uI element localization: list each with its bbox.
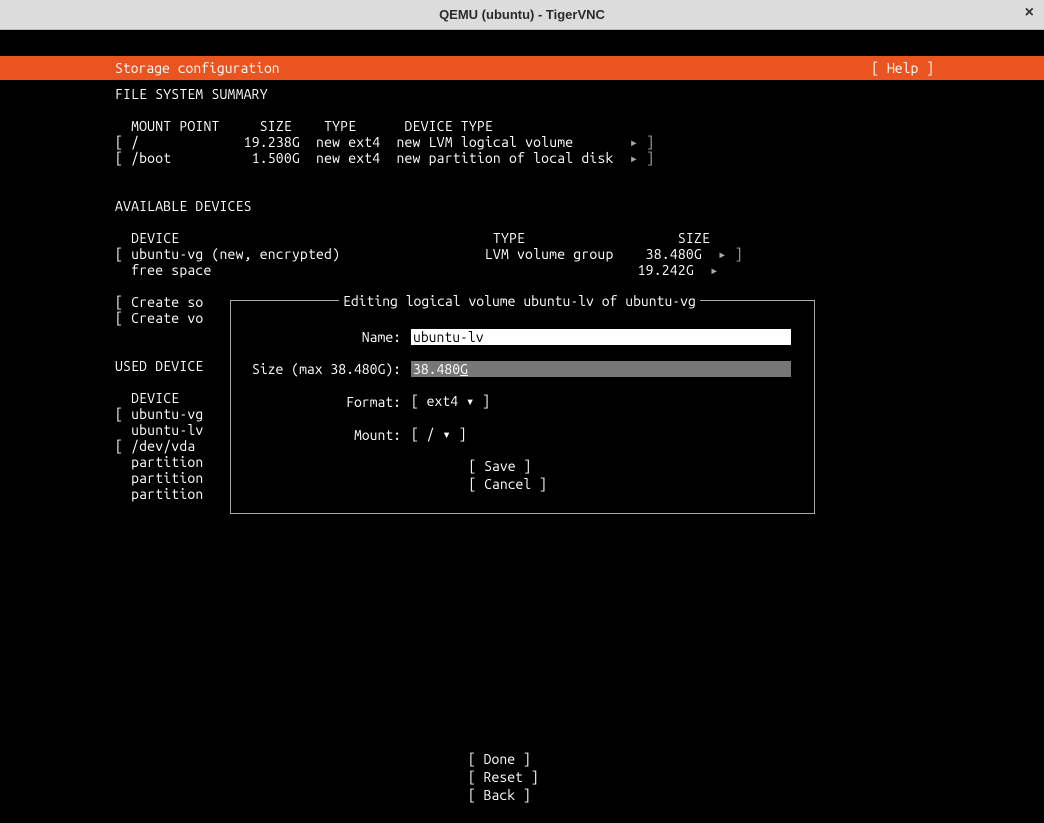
spacer xyxy=(115,166,1044,182)
cancel-button[interactable]: [ Cancel ] xyxy=(469,475,577,493)
spacer xyxy=(115,214,1044,230)
avail-row-1[interactable]: [ ubuntu-vg (new, encrypted) LVM volume … xyxy=(115,246,1044,262)
name-input[interactable] xyxy=(411,329,791,345)
spacer xyxy=(115,102,1044,118)
size-row: Size (max 38.480G): 38.480G xyxy=(241,361,804,377)
col-device: DEVICE xyxy=(131,230,179,246)
window-title: QEMU (ubuntu) - TigerVNC xyxy=(439,7,605,22)
header-bar: Storage configuration [ Help ] xyxy=(0,56,1044,80)
help-button[interactable]: [ Help ] xyxy=(871,60,934,76)
col-devtype: DEVICE TYPE xyxy=(405,118,493,134)
mount-row: Mount: [ / ▾ ] xyxy=(241,426,804,443)
name-label: Name: xyxy=(241,329,411,345)
dialog-title: Editing logical volume ubuntu-lv of ubun… xyxy=(339,293,700,309)
col-size2: SIZE xyxy=(678,230,710,246)
col-size: SIZE xyxy=(260,118,292,134)
format-row: Format: [ ext4 ▾ ] xyxy=(241,393,804,410)
available-heading: AVAILABLE DEVICES xyxy=(115,198,1044,214)
size-input[interactable]: 38.480G xyxy=(411,361,791,377)
name-row: Name: xyxy=(241,329,804,345)
page-title: Storage configuration xyxy=(115,60,280,76)
fs-row-2[interactable]: [ /boot 1.500G new ext4 new partition of… xyxy=(115,150,1044,166)
footer-buttons: [ Done ] [ Reset ] [ Back ] xyxy=(0,750,1044,804)
back-button[interactable]: [ Back ] xyxy=(468,786,576,804)
spacer xyxy=(115,278,1044,294)
close-icon[interactable]: × xyxy=(1025,4,1034,22)
done-button[interactable]: [ Done ] xyxy=(468,750,576,768)
edit-lv-dialog: Editing logical volume ubuntu-lv of ubun… xyxy=(230,300,815,514)
dialog-buttons: [ Save ] [ Cancel ] xyxy=(241,457,804,493)
available-cols: DEVICE TYPE SIZE xyxy=(115,230,1044,246)
col-type: TYPE xyxy=(324,118,356,134)
fs-summary-heading: FILE SYSTEM SUMMARY xyxy=(115,86,1044,102)
mount-dropdown[interactable]: [ / ▾ ] xyxy=(411,426,591,443)
size-label: Size (max 38.480G): xyxy=(241,361,411,377)
spacer xyxy=(115,182,1044,198)
reset-button[interactable]: [ Reset ] xyxy=(468,768,576,786)
mount-label: Mount: xyxy=(241,427,411,443)
fs-row-1[interactable]: [ / 19.238G new ext4 new LVM logical vol… xyxy=(115,134,1044,150)
fs-summary-cols: MOUNT POINT SIZE TYPE DEVICE TYPE xyxy=(115,118,1044,134)
avail-row-2[interactable]: free space 19.242G ▸ xyxy=(115,262,1044,278)
save-button[interactable]: [ Save ] xyxy=(469,457,577,475)
gap xyxy=(0,30,1044,56)
format-label: Format: xyxy=(241,394,411,410)
col-devtype2: TYPE xyxy=(493,230,525,246)
window-titlebar: QEMU (ubuntu) - TigerVNC × xyxy=(0,0,1044,30)
col-mount: MOUNT POINT xyxy=(131,118,219,134)
format-dropdown[interactable]: [ ext4 ▾ ] xyxy=(411,393,591,410)
